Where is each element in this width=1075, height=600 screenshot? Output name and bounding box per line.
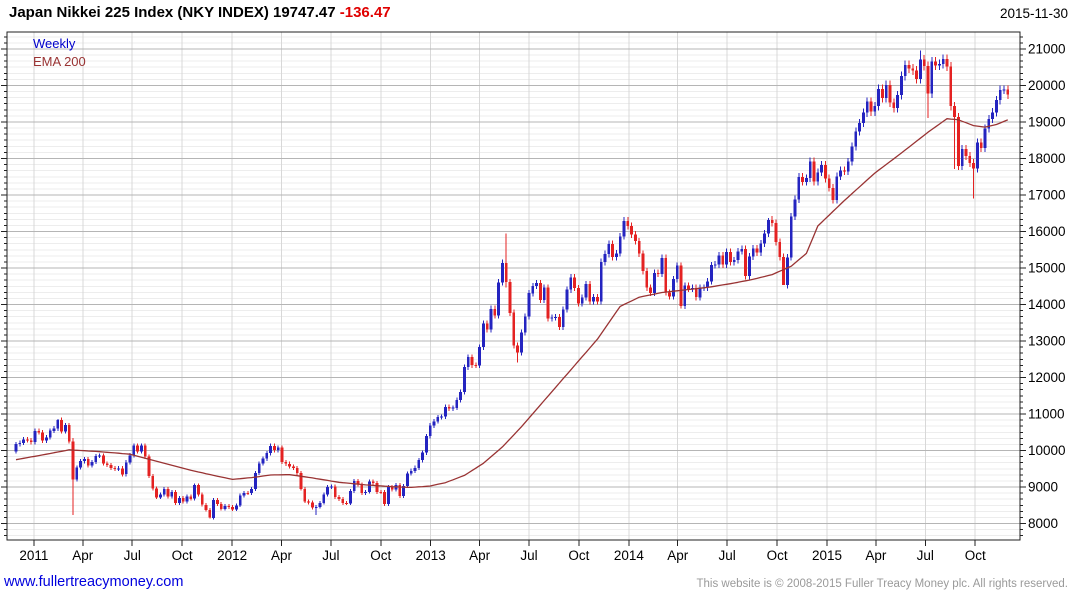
svg-text:16000: 16000	[1028, 224, 1066, 239]
svg-text:Apr: Apr	[271, 548, 293, 563]
svg-text:Oct: Oct	[965, 548, 986, 563]
svg-text:Jul: Jul	[520, 548, 537, 563]
x-axis-ticks: 2011 Apr Jul Oct 2012 Apr Jul Oct 2013 Apr Jul Oct 2…	[19, 540, 986, 563]
svg-text:19000: 19000	[1028, 115, 1066, 130]
svg-text:21000: 21000	[1028, 42, 1066, 57]
svg-text:Apr: Apr	[865, 548, 887, 563]
y-tick-labels: 8000 9000 10000 11000 12000 13000 14000 15000 16…	[1028, 42, 1066, 532]
website-link[interactable]: www.fullertreacymoney.com	[4, 574, 183, 590]
svg-text:13000: 13000	[1028, 334, 1066, 349]
svg-text:Jul: Jul	[718, 548, 735, 563]
svg-text:Oct: Oct	[172, 548, 193, 563]
svg-text:2015: 2015	[812, 548, 842, 563]
svg-text:14000: 14000	[1028, 297, 1066, 312]
legend-series-weekly: Weekly	[33, 36, 76, 51]
svg-text:Apr: Apr	[469, 548, 491, 563]
svg-text:11000: 11000	[1028, 407, 1065, 422]
svg-text:2014: 2014	[614, 548, 645, 563]
svg-text:20000: 20000	[1028, 78, 1066, 93]
svg-text:Oct: Oct	[767, 548, 788, 563]
svg-text:Oct: Oct	[568, 548, 589, 563]
svg-text:17000: 17000	[1028, 188, 1066, 203]
svg-text:Jul: Jul	[124, 548, 141, 563]
svg-text:Oct: Oct	[370, 548, 391, 563]
svg-text:Jul: Jul	[322, 548, 339, 563]
legend-series-ema200: EMA 200	[33, 54, 86, 69]
svg-text:2013: 2013	[416, 548, 446, 563]
svg-text:9000: 9000	[1028, 480, 1058, 495]
svg-text:18000: 18000	[1028, 151, 1066, 166]
copyright-text: This website is © 2008-2015 Fuller Treac…	[696, 578, 1068, 590]
svg-text:2012: 2012	[217, 548, 247, 563]
svg-text:8000: 8000	[1028, 516, 1058, 531]
candles	[14, 50, 1010, 520]
candlestick-chart: 8000 9000 10000 11000 12000 13000 14000 15000 16…	[1, 31, 1066, 563]
svg-text:15000: 15000	[1028, 261, 1066, 276]
nikkei-weekly-chart-page: Japan Nikkei 225 Index (NKY INDEX) 19747…	[0, 0, 1075, 600]
svg-text:2011: 2011	[19, 548, 48, 563]
svg-text:Apr: Apr	[667, 548, 689, 563]
svg-text:10000: 10000	[1028, 443, 1066, 458]
svg-text:Apr: Apr	[72, 548, 94, 563]
svg-text:12000: 12000	[1028, 370, 1066, 385]
svg-text:Jul: Jul	[917, 548, 934, 563]
